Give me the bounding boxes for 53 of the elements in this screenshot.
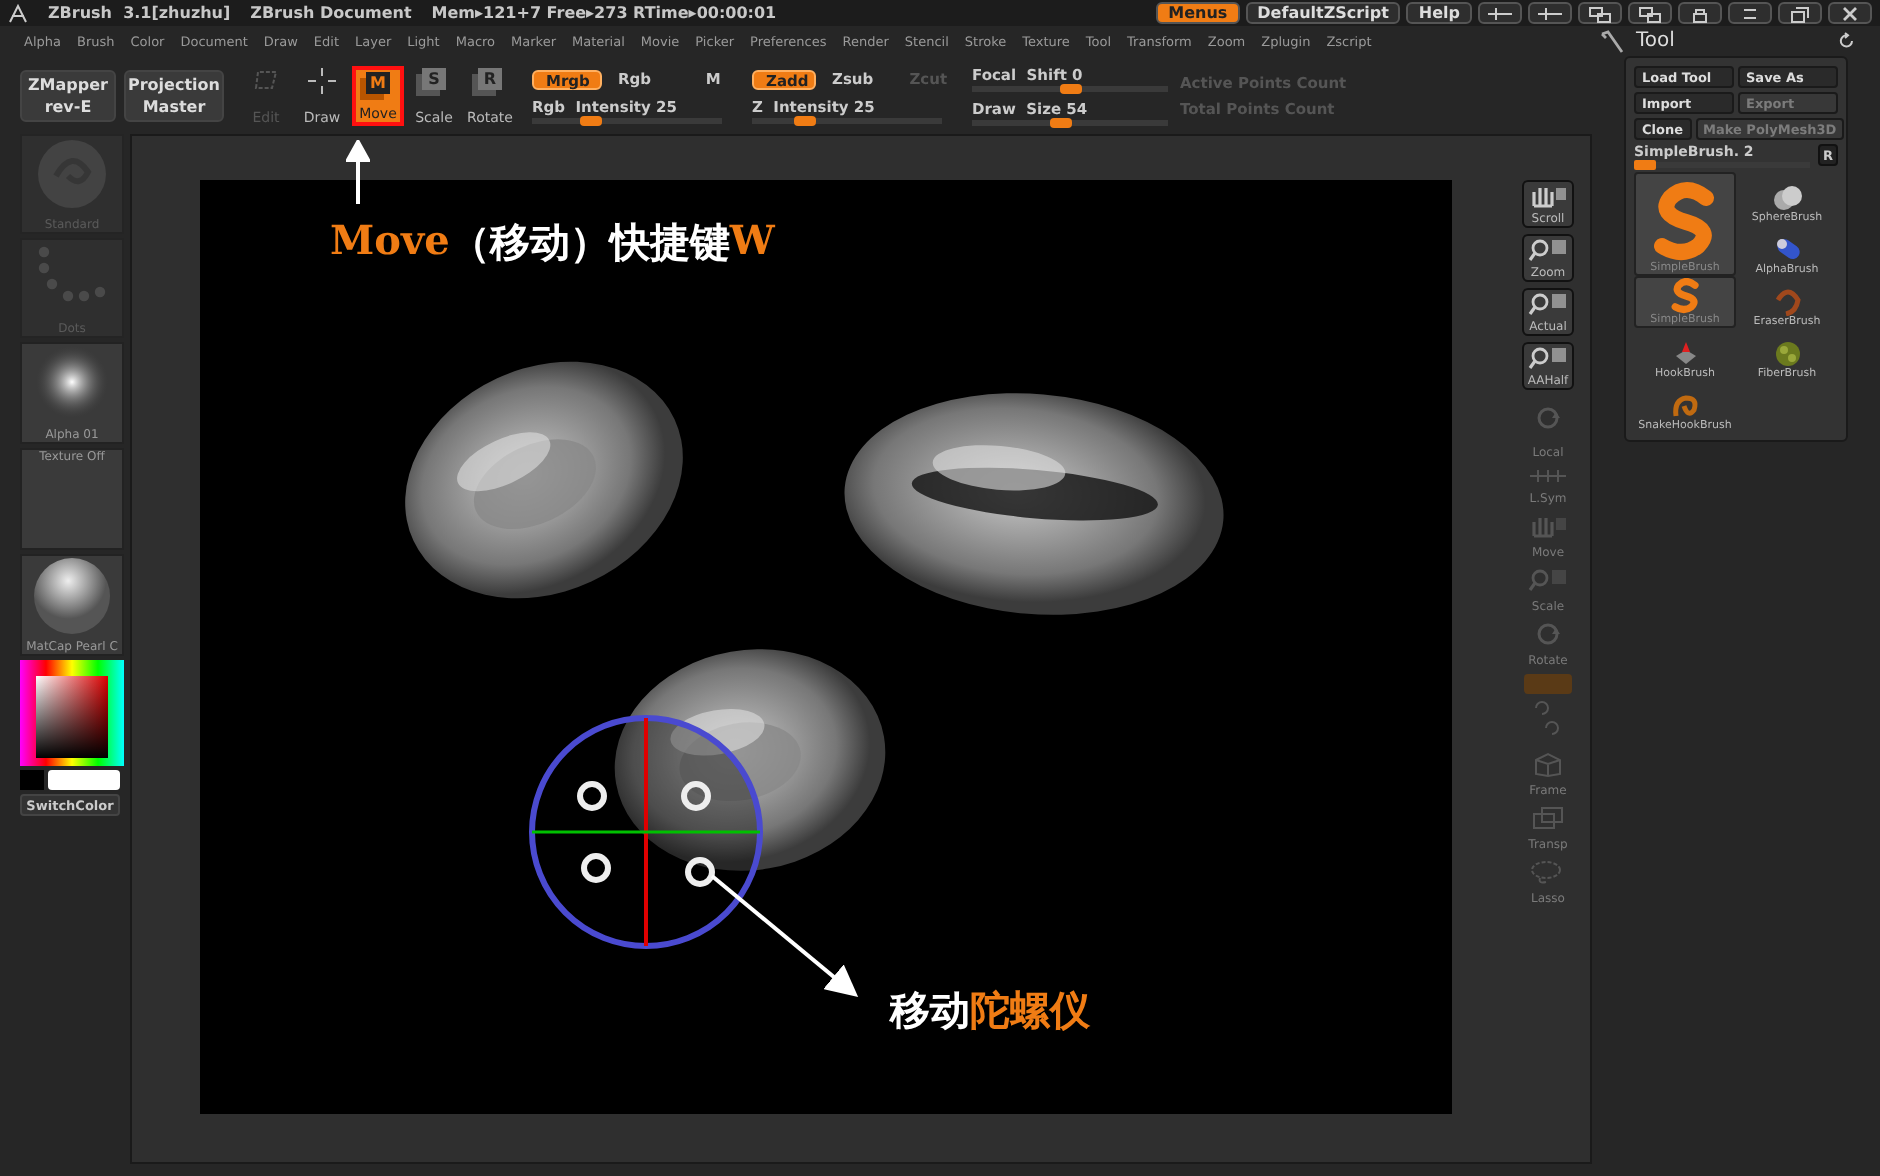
- blob-icon: [1771, 184, 1803, 212]
- sphere-icon: [32, 136, 112, 212]
- annotation-text: 移动陀螺仪: [890, 984, 1090, 1038]
- color-swatch[interactable]: [48, 770, 120, 790]
- palette-button[interactable]: ZMapper rev-E: [20, 70, 116, 122]
- lock-icon[interactable]: [1678, 2, 1722, 24]
- arc-icon: [1771, 288, 1803, 316]
- top-button[interactable]: Help: [1406, 2, 1472, 24]
- magnifier-icon: [1528, 568, 1568, 592]
- cube-icon: [1532, 752, 1564, 778]
- layout-icon[interactable]: [1578, 2, 1622, 24]
- lasso-icon: [1530, 860, 1566, 884]
- slider-icon[interactable]: [1478, 2, 1522, 24]
- magnifier-icon: [1528, 346, 1568, 370]
- annotation-text: Move（移动）快捷键W: [330, 216, 775, 270]
- top-button[interactable]: DefaultZScript: [1245, 2, 1401, 24]
- gizmo-drawing[interactable]: [529, 715, 763, 949]
- minimize-icon[interactable]: [1728, 2, 1772, 24]
- color-swatch[interactable]: [20, 770, 44, 790]
- color-picker[interactable]: [20, 660, 124, 766]
- crosshair-icon: [308, 68, 336, 94]
- reset-icon[interactable]: [1838, 32, 1856, 50]
- app-logo-icon: [8, 3, 28, 23]
- hand-icon: [1528, 514, 1568, 538]
- slider-thumb[interactable]: [1060, 84, 1082, 94]
- palette-title: Tool: [1636, 30, 1675, 52]
- moss-icon: [1771, 340, 1803, 368]
- s-curve-icon: [1667, 278, 1703, 314]
- tool-glyph: R: [478, 68, 502, 90]
- hammer-icon: [1600, 29, 1624, 53]
- annotation-arrow: [346, 140, 370, 204]
- slider-thumb[interactable]: [1050, 118, 1073, 128]
- memory-stats: Mem▸121+7 Free▸273 RTime▸00:00:01: [431, 4, 777, 22]
- slider-thumb[interactable]: [579, 115, 601, 125]
- app-title: ZBrush 3.1[zhuzhu]: [48, 4, 231, 22]
- layers-icon: [1532, 806, 1564, 830]
- palette-button[interactable]: Projection Master: [124, 70, 224, 122]
- magnifier-icon: [1528, 292, 1568, 316]
- close-icon[interactable]: [1828, 2, 1872, 24]
- slider-thumb[interactable]: [1634, 160, 1656, 170]
- hand-icon: [1528, 184, 1568, 208]
- slider-icon[interactable]: [1528, 2, 1572, 24]
- magnifier-icon: [1528, 238, 1568, 262]
- document-title: ZBrush Document: [250, 4, 412, 22]
- slider-thumb[interactable]: [793, 115, 816, 125]
- top-button[interactable]: Menus: [1156, 2, 1240, 24]
- restore-icon[interactable]: [1778, 2, 1822, 24]
- tool-glyph: S: [422, 68, 446, 90]
- sphere-icon: [30, 556, 114, 636]
- layout-icon[interactable]: [1628, 2, 1672, 24]
- move-glyph: M: [366, 72, 390, 94]
- symmetry-icon: [1528, 468, 1568, 484]
- coil-icon: [1669, 392, 1701, 420]
